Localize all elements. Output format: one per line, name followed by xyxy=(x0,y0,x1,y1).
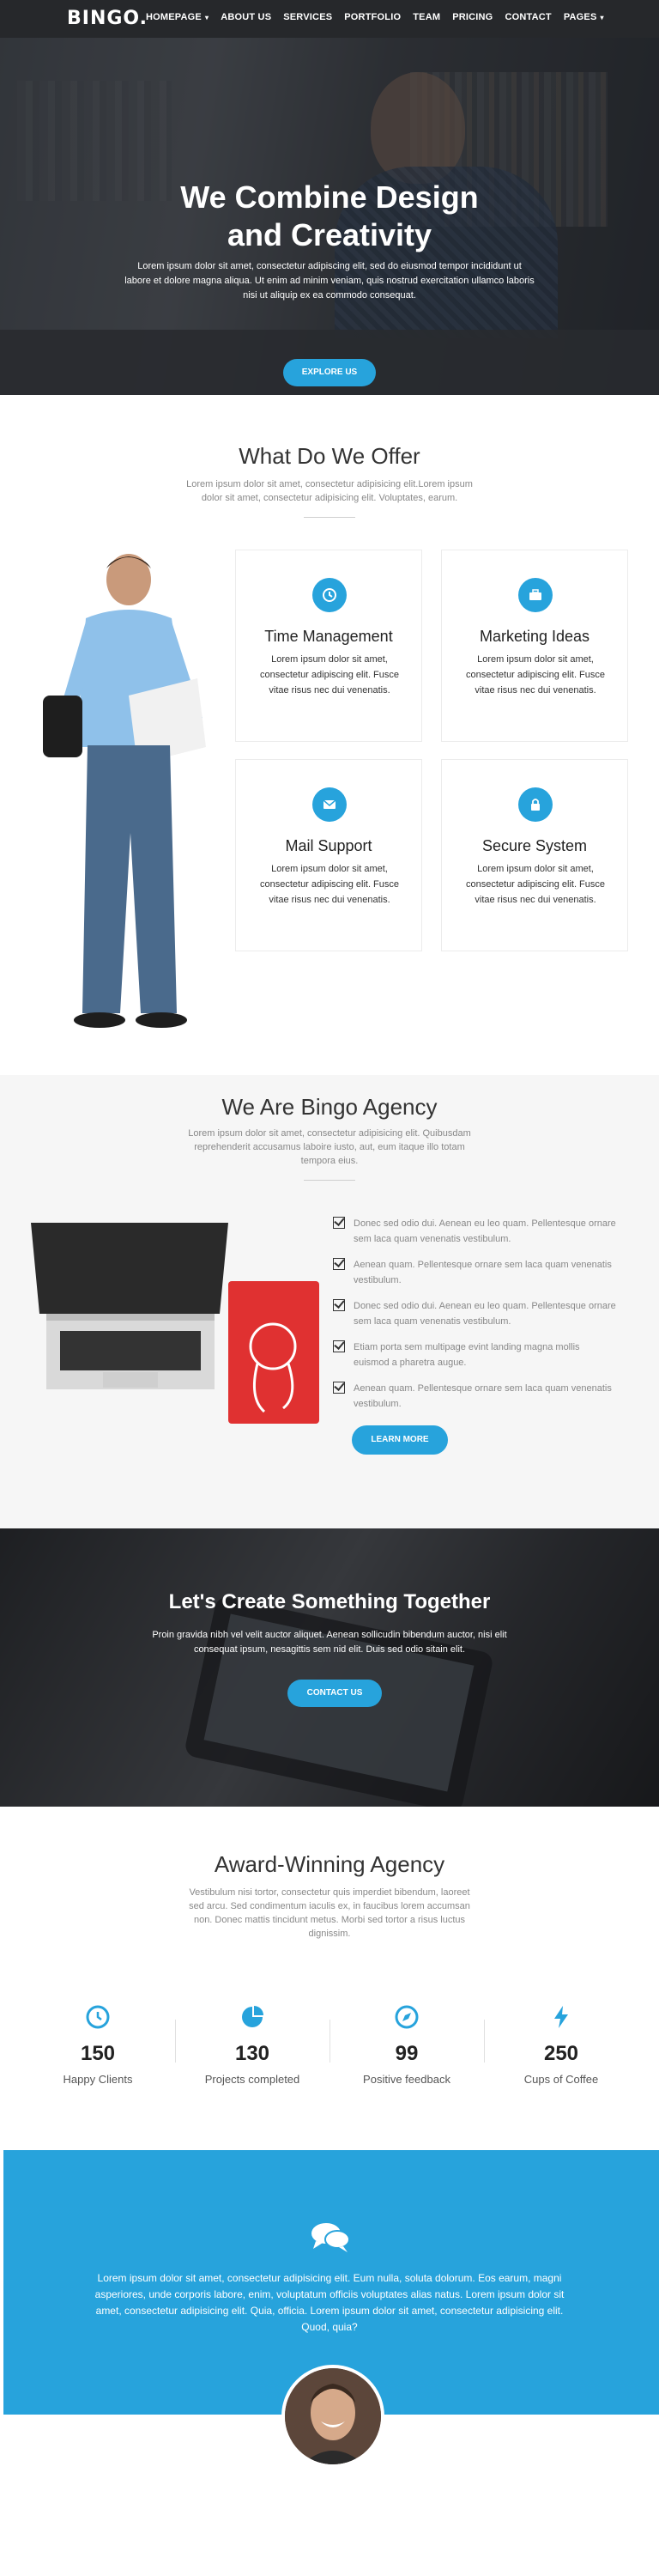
list-item: Donec sed odio dui. Aenean eu leo quam. … xyxy=(333,1216,616,1247)
awards-title: Award-Winning Agency xyxy=(214,1851,445,1877)
stat-value: 250 xyxy=(543,2042,579,2065)
cta-text: Proin gravida nibh vel velit auctor aliq… xyxy=(152,1630,507,1655)
list-item: Aenean quam. Pellentesque ornare sem lac… xyxy=(333,1381,616,1412)
nav-homepage[interactable]: HOMEPAGE ▾ xyxy=(146,12,209,22)
chevron-down-icon: ▾ xyxy=(600,13,604,21)
card-title: Secure System xyxy=(481,837,588,854)
card-text: Lorem ipsum dolor sit amet, consectetur … xyxy=(259,654,400,696)
nav-pages[interactable]: PAGES ▾ xyxy=(564,12,604,22)
hero-title: We Combine Design and Creativity xyxy=(180,179,479,252)
agency-title: We Are Bingo Agency xyxy=(221,1094,438,1120)
card-title: Marketing Ideas xyxy=(479,628,590,645)
checkbox-icon xyxy=(333,1258,345,1270)
stat-label: Positive feedback xyxy=(363,2073,450,2086)
briefcase-icon xyxy=(518,578,553,612)
stat-positive-feedback: 99 Positive feedback xyxy=(330,2004,484,2086)
stat-value: 150 xyxy=(80,2042,116,2065)
nav-portfolio[interactable]: PORTFOLIO xyxy=(344,12,401,22)
explore-us-button[interactable]: EXPLORE US xyxy=(283,359,376,386)
stat-label: Projects completed xyxy=(204,2073,300,2086)
comments-icon xyxy=(311,2223,350,2252)
stat-label: Cups of Coffee xyxy=(523,2073,599,2086)
divider xyxy=(304,1180,355,1181)
card-text: Lorem ipsum dolor sit amet, consectetur … xyxy=(259,864,400,905)
service-card-time-management: Time Management Lorem ipsum dolor sit am… xyxy=(235,550,422,742)
checkbox-icon xyxy=(333,1217,345,1229)
learn-more-button[interactable]: LEARN MORE xyxy=(352,1425,448,1455)
nav-pricing[interactable]: PRICING xyxy=(452,12,493,22)
service-card-marketing-ideas: Marketing Ideas Lorem ipsum dolor sit am… xyxy=(441,550,628,742)
hero-text: Lorem ipsum dolor sit amet, consectetur … xyxy=(124,261,535,301)
pie-chart-icon xyxy=(242,2006,263,2027)
offer-title: What Do We Offer xyxy=(239,443,420,469)
card-title: Mail Support xyxy=(285,837,372,854)
card-title: Time Management xyxy=(264,628,393,645)
bolt-icon xyxy=(554,2006,568,2028)
stat-value: 130 xyxy=(234,2042,270,2065)
list-item: Aenean quam. Pellentesque ornare sem lac… xyxy=(333,1257,616,1288)
envelope-icon xyxy=(312,787,347,822)
laptop-notebook-image xyxy=(31,1223,319,1424)
contact-us-button[interactable]: CONTACT US xyxy=(287,1680,382,1707)
stat-cups-of-coffee: 250 Cups of Coffee xyxy=(484,2004,638,2086)
compass-icon xyxy=(395,2005,419,2029)
clock-icon xyxy=(312,578,347,612)
navbar: BINGO. HOMEPAGE ▾ ABOUT US SERVICES PORTF… xyxy=(0,0,659,38)
lock-icon xyxy=(518,787,553,822)
card-text: Lorem ipsum dolor sit amet, consectetur … xyxy=(465,864,606,905)
nav-contact[interactable]: CONTACT xyxy=(505,12,551,22)
man-with-laptop-image xyxy=(43,554,206,1028)
main-nav: HOMEPAGE ▾ ABOUT US SERVICES PORTFOLIO TE… xyxy=(146,12,604,22)
person-photo xyxy=(285,2368,381,2464)
avatar xyxy=(281,2365,384,2468)
chevron-down-icon: ▾ xyxy=(204,13,209,21)
cta-banner xyxy=(0,1528,659,1807)
clock-icon xyxy=(86,2005,110,2029)
list-item: Donec sed odio dui. Aenean eu leo quam. … xyxy=(333,1298,616,1329)
checkbox-icon xyxy=(333,1299,345,1311)
checkbox-icon xyxy=(333,1382,345,1394)
testimonial-text: Lorem ipsum dolor sit amet, consectetur … xyxy=(94,2272,565,2333)
nav-about-us[interactable]: ABOUT US xyxy=(221,12,271,22)
checkbox-icon xyxy=(333,1340,345,1352)
awards-subtitle: Vestibulum nisi tortor, consectetur quis… xyxy=(189,1887,470,1939)
nav-team[interactable]: TEAM xyxy=(413,12,440,22)
list-item: Etiam porta sem multipage evint landing … xyxy=(333,1340,616,1370)
card-text: Lorem ipsum dolor sit amet, consectetur … xyxy=(465,654,606,696)
stat-happy-clients: 150 Happy Clients xyxy=(21,2004,175,2086)
offer-subtitle: Lorem ipsum dolor sit amet, consectetur … xyxy=(186,479,473,503)
stat-label: Happy Clients xyxy=(63,2073,133,2086)
agency-subtitle: Lorem ipsum dolor sit amet, consectetur … xyxy=(188,1128,471,1166)
divider xyxy=(304,517,355,518)
logo[interactable]: BINGO. xyxy=(67,8,148,29)
stat-projects-completed: 130 Projects completed xyxy=(175,2004,330,2086)
service-card-mail-support: Mail Support Lorem ipsum dolor sit amet,… xyxy=(235,759,422,951)
cta-title: Let's Create Something Together xyxy=(168,1590,491,1613)
service-card-secure-system: Secure System Lorem ipsum dolor sit amet… xyxy=(441,759,628,951)
stat-value: 99 xyxy=(395,2042,419,2065)
nav-services[interactable]: SERVICES xyxy=(283,12,332,22)
